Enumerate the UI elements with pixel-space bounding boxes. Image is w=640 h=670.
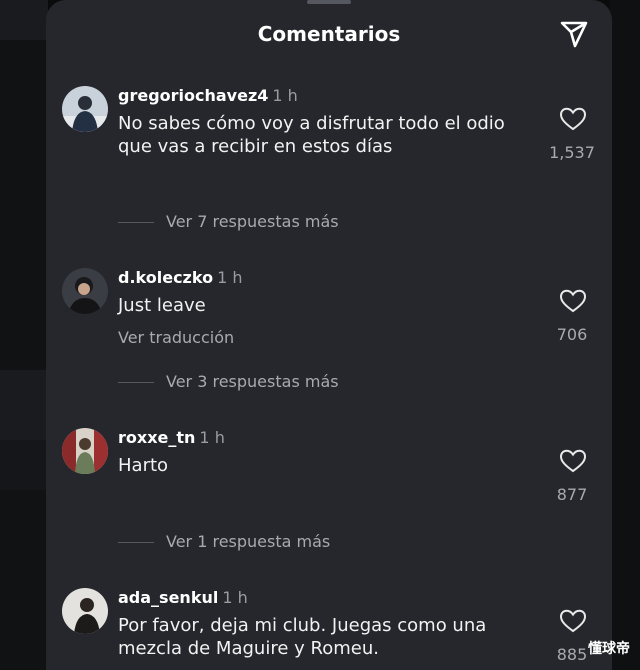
comment-username[interactable]: gregoriochavez4 [118,86,268,105]
view-replies-button[interactable]: Ver 3 respuestas más [118,372,339,391]
view-replies-label: Ver 1 respuesta más [166,532,331,551]
heart-icon[interactable] [558,104,588,134]
like-count: 1,537 [549,143,595,162]
watermark-logo: 懂球帝 [588,641,630,657]
comment-time: 1 h [272,86,298,105]
comment-time: 1 h [222,588,248,607]
comment-time: 1 h [217,268,243,287]
comment-text: No sabes cómo voy a disfrutar todo el od… [118,113,505,157]
background-page-left [0,0,48,670]
comment-text: Just leave [118,295,206,316]
background-page-right [610,0,640,670]
like-count: 706 [556,325,588,344]
heart-icon[interactable] [558,446,588,476]
view-replies-button[interactable]: Ver 7 respuestas más [118,212,339,231]
like-count: 877 [556,485,588,504]
heart-icon[interactable] [558,606,588,636]
comment-username[interactable]: d.koleczko [118,268,213,287]
comment-time: 1 h [199,428,225,447]
see-translation-link[interactable]: Ver traducción [118,328,234,347]
comment-text: Por favor, deja mi club. Juegas como una… [118,615,487,659]
avatar[interactable] [62,588,108,634]
drag-handle[interactable] [307,0,351,4]
view-replies-label: Ver 7 respuestas más [166,212,339,231]
avatar[interactable] [62,428,108,474]
view-replies-button[interactable]: Ver 1 respuesta más [118,532,330,551]
comment-username[interactable]: ada_senkul [118,588,218,607]
comments-sheet: Comentarios gregoriochavez4 1 h No sabes … [46,0,612,670]
replies-divider [118,542,154,543]
comment-text: Harto [118,455,169,476]
page-title: Comentarios [257,22,401,46]
replies-divider [118,382,154,383]
comment-username[interactable]: roxxe_tn [118,428,195,447]
avatar[interactable] [62,268,108,314]
view-replies-label: Ver 3 respuestas más [166,372,339,391]
send-icon[interactable] [558,18,590,50]
replies-divider [118,222,154,223]
avatar[interactable] [62,86,108,132]
heart-icon[interactable] [558,286,588,316]
